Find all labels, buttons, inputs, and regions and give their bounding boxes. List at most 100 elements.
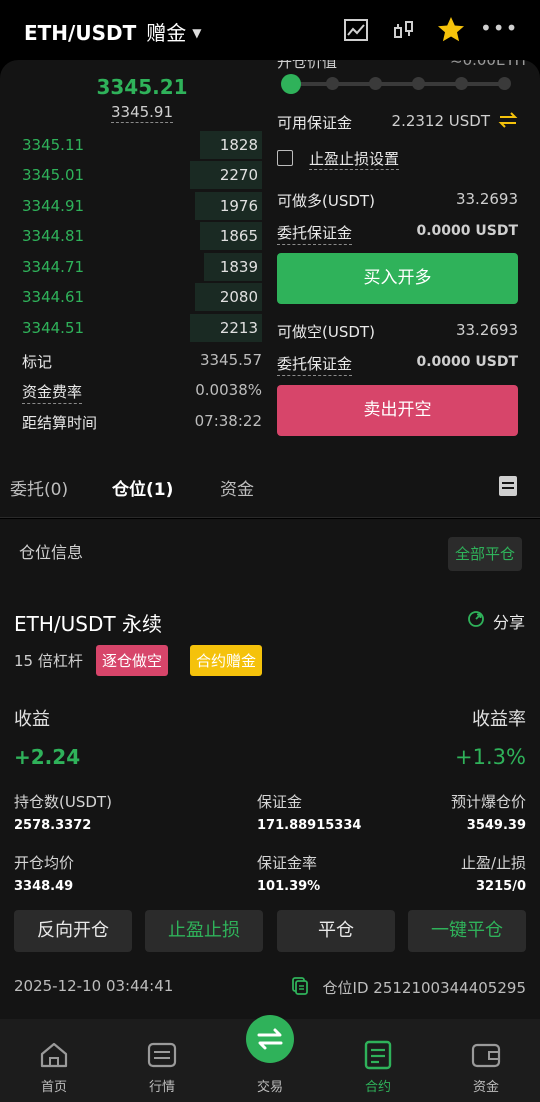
market-icon: [146, 1039, 178, 1071]
long-available-row: 可做多(USDT) 33.2693: [277, 190, 518, 212]
available-margin-row: 可用保证金 2.2312 USDT: [277, 112, 518, 134]
bid-qty: 1828: [219, 136, 258, 154]
funding-rate-row: 资金费率 0.0038%: [22, 381, 262, 404]
slider-step-50[interactable]: [369, 77, 382, 90]
caret-down-icon: ▼: [192, 26, 202, 40]
liq-value: 3549.39: [466, 818, 526, 833]
nav-contract[interactable]: 合约: [324, 1019, 432, 1102]
open-value-label: 开仓价值: [277, 60, 338, 71]
position-section: 仓位信息 全部平仓 ETH/USDT 永续 分享 15 倍杠杆 逐仓做空 合约赠…: [0, 519, 540, 1019]
pnl-label: 收益: [14, 709, 50, 730]
entry-value: 3348.49: [14, 879, 74, 894]
short-available-value: 33.2693: [455, 321, 518, 339]
slider-step-100[interactable]: [498, 77, 511, 90]
bid-price: 3345.01: [22, 166, 85, 184]
pnl-value: +2.24: [14, 745, 81, 769]
order-book-row[interactable]: 3345.01 2270: [22, 160, 262, 190]
last-price: 3345.21: [96, 75, 188, 99]
close-position-button[interactable]: 平仓: [277, 910, 395, 952]
nav-market[interactable]: 行情: [108, 1019, 216, 1102]
bid-qty: 1865: [219, 227, 258, 245]
amount-slider-thumb[interactable]: [281, 74, 301, 94]
swap-icon: [246, 1015, 294, 1063]
short-order-margin-value: 0.0000 USDT: [416, 354, 518, 370]
tpsl-checkbox[interactable]: [277, 150, 293, 166]
nav-home[interactable]: 首页: [0, 1019, 108, 1102]
account-mode: 赠金: [146, 21, 187, 45]
slider-step-75[interactable]: [412, 77, 425, 90]
mark-ref-price[interactable]: 3345.91: [110, 103, 174, 123]
bid-qty: 2080: [219, 288, 258, 306]
order-book-row[interactable]: 3344.61 2080: [22, 282, 262, 312]
wallet-icon: [470, 1039, 502, 1071]
margin-value: 171.88915334: [257, 818, 362, 833]
short-order-margin-label[interactable]: 委托保证金: [277, 353, 353, 376]
bid-price: 3344.81: [22, 227, 85, 245]
nav-wallet-label: 资金: [472, 1080, 499, 1095]
pair-selector[interactable]: ETH/USDT 赠金 ▼: [24, 17, 201, 46]
margin-ratio-label: 保证金率: [257, 854, 318, 872]
copy-icon[interactable]: [292, 977, 308, 999]
nav-trade[interactable]: 交易: [216, 1015, 324, 1102]
order-book-row[interactable]: 3345.11 1828: [22, 130, 262, 160]
position-info-title: 仓位信息: [19, 543, 84, 562]
bid-price: 3344.91: [22, 197, 85, 215]
amount-slider-track[interactable]: [290, 82, 506, 86]
tab-orders[interactable]: 委托(0): [10, 475, 68, 500]
tab-positions[interactable]: 仓位(1): [112, 475, 173, 500]
long-order-margin-label[interactable]: 委托保证金: [277, 222, 353, 245]
position-time: 2025-12-10 03:44:41: [14, 977, 174, 995]
share-icon[interactable]: [467, 610, 485, 632]
buy-long-button[interactable]: 买入开多: [277, 253, 518, 304]
entry-label: 开仓均价: [14, 854, 75, 872]
quick-close-button[interactable]: 一键平仓: [408, 910, 526, 952]
bid-price: 3344.71: [22, 258, 85, 276]
home-icon: [38, 1039, 70, 1071]
document-icon[interactable]: [498, 475, 518, 501]
order-book-row[interactable]: 3344.71 1839: [22, 252, 262, 282]
bid-qty: 1839: [219, 258, 258, 276]
pair-name: ETH/USDT: [24, 21, 137, 45]
candlestick-icon[interactable]: [388, 14, 420, 46]
close-all-button[interactable]: 全部平仓: [448, 537, 522, 571]
star-icon[interactable]: [435, 14, 467, 46]
funding-rate-value: 0.0038%: [195, 381, 262, 399]
tpsl-label[interactable]: 止盈止损设置: [309, 150, 400, 170]
size-label: 持仓数(USDT): [14, 793, 112, 811]
slider-step-25[interactable]: [326, 77, 339, 90]
tpsl-label-wrap: 止盈止损设置: [309, 148, 400, 170]
nav-wallet[interactable]: 资金: [432, 1019, 540, 1102]
position-symbol: ETH/USDT 永续: [14, 612, 162, 636]
order-book-row[interactable]: 3344.81 1865: [22, 221, 262, 251]
short-available-row: 可做空(USDT) 33.2693: [277, 321, 518, 343]
reverse-open-button[interactable]: 反向开仓: [14, 910, 132, 952]
tpsl-button[interactable]: 止盈止损: [145, 910, 263, 952]
long-available-label: 可做多(USDT): [277, 192, 375, 210]
side-tag: 逐仓做空: [96, 645, 169, 676]
position-tabs: 委托(0) 仓位(1) 资金: [0, 456, 540, 518]
mark-price-label: 标记: [22, 353, 53, 371]
sell-short-button[interactable]: 卖出开空: [277, 385, 518, 436]
order-book-row[interactable]: 3344.91 1976: [22, 191, 262, 221]
share-button[interactable]: 分享: [493, 609, 525, 633]
settle-time-row: 距结算时间 07:38:22: [22, 412, 262, 434]
funding-rate-label[interactable]: 资金费率: [22, 381, 83, 404]
short-order-margin-row: 委托保证金 0.0000 USDT: [277, 353, 518, 376]
size-value: 2578.3372: [14, 818, 92, 833]
position-id: 仓位ID 2512100344405295: [322, 979, 526, 997]
nav-trade-label: 交易: [256, 1080, 283, 1095]
bid-qty: 1976: [219, 197, 258, 215]
slider-step-90[interactable]: [455, 77, 468, 90]
chart-icon[interactable]: [340, 14, 372, 46]
short-available-label: 可做空(USDT): [277, 323, 375, 341]
mark-ref-wrap: 3345.91: [22, 102, 262, 123]
order-book-row[interactable]: 3344.51 2213: [22, 313, 262, 343]
bottom-nav: 首页 行情 交易 合约 资金: [0, 1015, 540, 1102]
tab-assets[interactable]: 资金: [220, 475, 254, 500]
bid-qty: 2270: [219, 166, 258, 184]
transfer-icon[interactable]: [498, 110, 518, 134]
more-icon[interactable]: •••: [480, 16, 518, 40]
bid-price: 3344.51: [22, 319, 85, 337]
roe-label: 收益率: [472, 709, 526, 730]
available-margin-label: 可用保证金: [277, 114, 353, 132]
